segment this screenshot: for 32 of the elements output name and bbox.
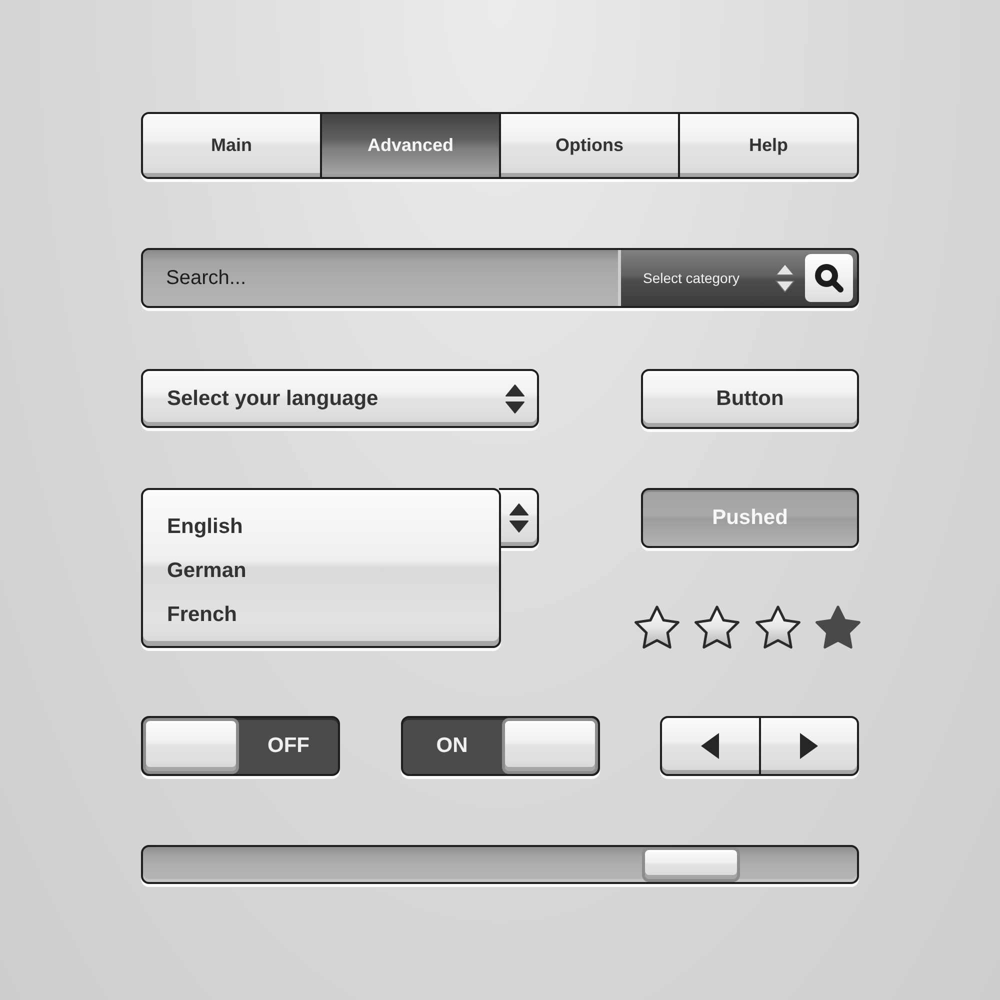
up-down-arrows-icon — [775, 263, 795, 293]
up-down-arrows-icon — [505, 384, 525, 414]
up-down-arrows-icon — [509, 503, 529, 533]
search-icon — [814, 263, 844, 293]
triangle-right-icon — [800, 733, 818, 759]
tab[interactable]: Options — [501, 114, 678, 177]
slider-track[interactable] — [141, 845, 859, 884]
list-stepper[interactable] — [499, 488, 539, 548]
search-field[interactable]: Search... — [143, 250, 621, 306]
toggle-switch[interactable]: ON — [400, 716, 600, 776]
next-button[interactable] — [760, 716, 859, 776]
triangle-left-icon — [701, 733, 720, 759]
slider-thumb[interactable] — [642, 847, 740, 882]
star-outline-icon[interactable] — [694, 605, 740, 649]
search-button[interactable] — [805, 254, 853, 302]
language-select[interactable]: Select your language — [141, 369, 539, 428]
tab[interactable]: Help — [680, 114, 857, 177]
toggle-knob[interactable] — [502, 718, 598, 774]
list-item[interactable]: French — [167, 593, 238, 637]
star-rating[interactable] — [634, 605, 861, 649]
tab[interactable]: Advanced — [322, 114, 499, 177]
list-item[interactable]: English — [167, 505, 243, 549]
star-filled-icon[interactable] — [814, 605, 861, 649]
star-outline-icon[interactable] — [754, 605, 801, 649]
star-outline-icon[interactable] — [634, 605, 680, 649]
previous-button[interactable] — [660, 716, 760, 776]
tab[interactable]: Main — [143, 114, 320, 177]
toggle-knob[interactable] — [143, 718, 239, 774]
category-select[interactable]: Select category — [621, 250, 805, 306]
list-item[interactable]: German — [167, 549, 246, 593]
button[interactable]: Button — [641, 369, 859, 429]
toggle-switch[interactable]: OFF — [141, 716, 340, 776]
